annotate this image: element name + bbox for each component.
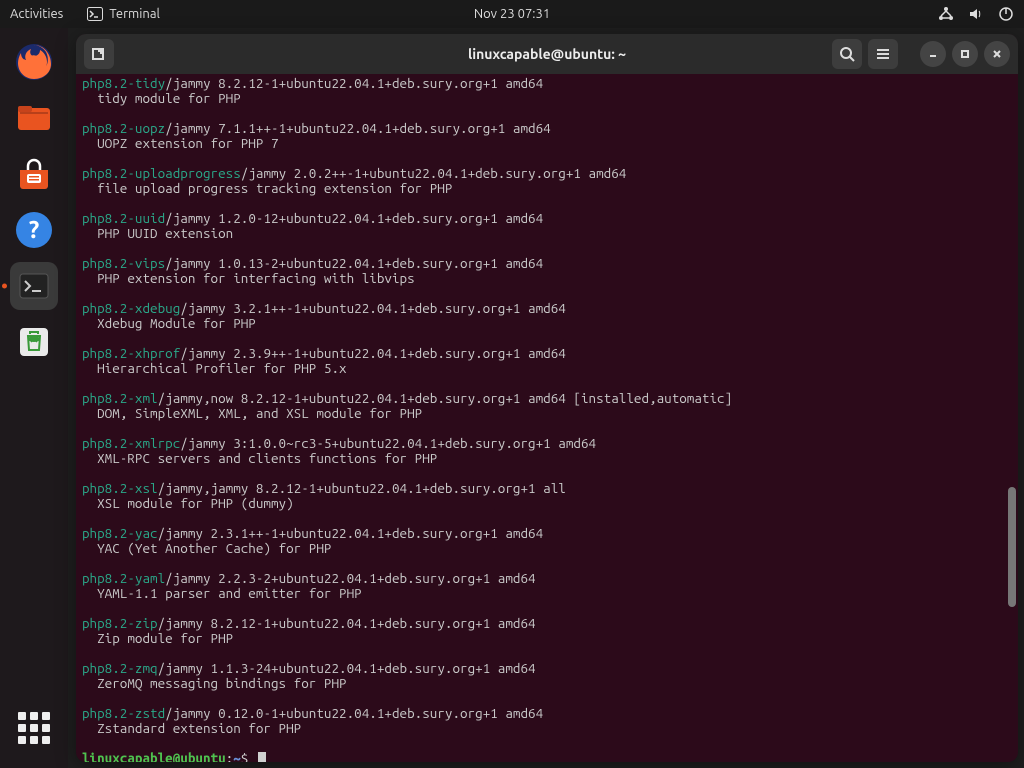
package-name: php8.2-uopz — [82, 120, 165, 136]
power-icon[interactable] — [998, 6, 1014, 22]
package-entry: php8.2-uuid/jammy 1.2.0-12+ubuntu22.04.1… — [82, 211, 1014, 241]
package-details: /jammy,jammy 8.2.12-1+ubuntu22.04.1+deb.… — [158, 480, 566, 496]
package-description: Xdebug Module for PHP — [82, 316, 1014, 331]
package-name: php8.2-xdebug — [82, 300, 180, 316]
package-entry: php8.2-uopz/jammy 7.1.1++-1+ubuntu22.04.… — [82, 121, 1014, 151]
package-details: /jammy 1.2.0-12+ubuntu22.04.1+deb.sury.o… — [165, 210, 543, 226]
package-description: Zstandard extension for PHP — [82, 721, 1014, 736]
volume-icon[interactable] — [968, 6, 984, 22]
terminal-window: linuxcapable@ubuntu: ~ php8.2-tidy/jammy… — [76, 34, 1018, 762]
dock-trash[interactable] — [10, 318, 58, 366]
package-name: php8.2-xhprof — [82, 345, 180, 361]
package-name: php8.2-tidy — [82, 75, 165, 91]
package-name: php8.2-yaml — [82, 570, 165, 586]
package-name: php8.2-uploadprogress — [82, 165, 241, 181]
package-details: /jammy 0.12.0-1+ubuntu22.04.1+deb.sury.o… — [165, 705, 543, 721]
package-description: PHP UUID extension — [82, 226, 1014, 241]
new-tab-button[interactable] — [84, 39, 114, 69]
package-details: /jammy 2.3.9++-1+ubuntu22.04.1+deb.sury.… — [180, 345, 566, 361]
search-button[interactable] — [832, 39, 862, 69]
dock-files[interactable] — [10, 94, 58, 142]
package-details: /jammy 3:1.0.0~rc3-5+ubuntu22.04.1+deb.s… — [180, 435, 596, 451]
package-details: /jammy 7.1.1++-1+ubuntu22.04.1+deb.sury.… — [165, 120, 551, 136]
hamburger-menu-button[interactable] — [868, 39, 898, 69]
terminal-app-icon — [87, 7, 103, 21]
package-entry: php8.2-xml/jammy,now 8.2.12-1+ubuntu22.0… — [82, 391, 1014, 421]
clock[interactable]: Nov 23 07:31 — [474, 7, 550, 21]
package-name: php8.2-xmlrpc — [82, 435, 180, 451]
window-title: linuxcapable@ubuntu: ~ — [468, 46, 626, 62]
ubuntu-dock: ? — [0, 28, 68, 768]
svg-text:?: ? — [29, 216, 40, 243]
current-app-label: Terminal — [109, 7, 160, 21]
package-name: php8.2-xsl — [82, 480, 158, 496]
package-entry: php8.2-xmlrpc/jammy 3:1.0.0~rc3-5+ubuntu… — [82, 436, 1014, 466]
package-details: /jammy 1.0.13-2+ubuntu22.04.1+deb.sury.o… — [165, 255, 543, 271]
package-name: php8.2-zstd — [82, 705, 165, 721]
terminal-body[interactable]: php8.2-tidy/jammy 8.2.12-1+ubuntu22.04.1… — [76, 74, 1018, 762]
package-entry: php8.2-zip/jammy 8.2.12-1+ubuntu22.04.1+… — [82, 616, 1014, 646]
activities-button[interactable]: Activities — [10, 7, 63, 21]
package-description: XML-RPC servers and clients functions fo… — [82, 451, 1014, 466]
network-icon[interactable] — [938, 6, 954, 22]
package-entry: php8.2-yaml/jammy 2.2.3-2+ubuntu22.04.1+… — [82, 571, 1014, 601]
package-entry: php8.2-xhprof/jammy 2.3.9++-1+ubuntu22.0… — [82, 346, 1014, 376]
package-details: /jammy 3.2.1++-1+ubuntu22.04.1+deb.sury.… — [180, 300, 566, 316]
dock-terminal[interactable] — [10, 262, 58, 310]
close-button[interactable] — [984, 41, 1010, 67]
package-entry: php8.2-zstd/jammy 0.12.0-1+ubuntu22.04.1… — [82, 706, 1014, 736]
maximize-button[interactable] — [952, 41, 978, 67]
package-description: YAC (Yet Another Cache) for PHP — [82, 541, 1014, 556]
package-details: /jammy,now 8.2.12-1+ubuntu22.04.1+deb.su… — [158, 390, 733, 406]
package-name: php8.2-zmq — [82, 660, 158, 676]
dock-help[interactable]: ? — [10, 206, 58, 254]
package-name: php8.2-vips — [82, 255, 165, 271]
package-description: file upload progress tracking extension … — [82, 181, 1014, 196]
package-description: Hierarchical Profiler for PHP 5.x — [82, 361, 1014, 376]
package-details: /jammy 2.3.1++-1+ubuntu22.04.1+deb.sury.… — [158, 525, 544, 541]
dock-software[interactable] — [10, 150, 58, 198]
prompt-path: ~ — [233, 750, 241, 762]
package-description: ZeroMQ messaging bindings for PHP — [82, 676, 1014, 691]
package-description: Zip module for PHP — [82, 631, 1014, 646]
minimize-button[interactable] — [920, 41, 946, 67]
package-name: php8.2-yac — [82, 525, 158, 541]
dock-show-applications[interactable] — [10, 704, 58, 752]
package-description: UOPZ extension for PHP 7 — [82, 136, 1014, 151]
package-entry: php8.2-vips/jammy 1.0.13-2+ubuntu22.04.1… — [82, 256, 1014, 286]
package-entry: php8.2-uploadprogress/jammy 2.0.2++-1+ub… — [82, 166, 1014, 196]
package-description: XSL module for PHP (dummy) — [82, 496, 1014, 511]
prompt-line[interactable]: linuxcapable@ubuntu:~$ — [82, 751, 1014, 762]
package-entry: php8.2-xsl/jammy,jammy 8.2.12-1+ubuntu22… — [82, 481, 1014, 511]
dock-firefox[interactable] — [10, 38, 58, 86]
package-details: /jammy 8.2.12-1+ubuntu22.04.1+deb.sury.o… — [165, 75, 543, 91]
package-description: PHP extension for interfacing with libvi… — [82, 271, 1014, 286]
package-entry: php8.2-tidy/jammy 8.2.12-1+ubuntu22.04.1… — [82, 76, 1014, 106]
package-description: DOM, SimpleXML, XML, and XSL module for … — [82, 406, 1014, 421]
terminal-titlebar: linuxcapable@ubuntu: ~ — [76, 34, 1018, 74]
package-details: /jammy 2.2.3-2+ubuntu22.04.1+deb.sury.or… — [165, 570, 535, 586]
package-entry: php8.2-zmq/jammy 1.1.3-24+ubuntu22.04.1+… — [82, 661, 1014, 691]
package-entry: php8.2-yac/jammy 2.3.1++-1+ubuntu22.04.1… — [82, 526, 1014, 556]
scrollbar-thumb[interactable] — [1008, 487, 1016, 607]
package-name: php8.2-xml — [82, 390, 158, 406]
cursor — [258, 752, 266, 762]
package-details: /jammy 2.0.2++-1+ubuntu22.04.1+deb.sury.… — [241, 165, 627, 181]
prompt-user-host: linuxcapable@ubuntu — [82, 750, 226, 762]
current-app-menu[interactable]: Terminal — [87, 7, 160, 21]
package-entry: php8.2-xdebug/jammy 3.2.1++-1+ubuntu22.0… — [82, 301, 1014, 331]
package-details: /jammy 8.2.12-1+ubuntu22.04.1+deb.sury.o… — [158, 615, 536, 631]
package-description: tidy module for PHP — [82, 91, 1014, 106]
prompt-symbol: $ — [241, 750, 256, 762]
package-name: php8.2-zip — [82, 615, 158, 631]
gnome-top-bar: Activities Terminal Nov 23 07:31 — [0, 0, 1024, 28]
package-description: YAML-1.1 parser and emitter for PHP — [82, 586, 1014, 601]
package-details: /jammy 1.1.3-24+ubuntu22.04.1+deb.sury.o… — [158, 660, 536, 676]
package-name: php8.2-uuid — [82, 210, 165, 226]
